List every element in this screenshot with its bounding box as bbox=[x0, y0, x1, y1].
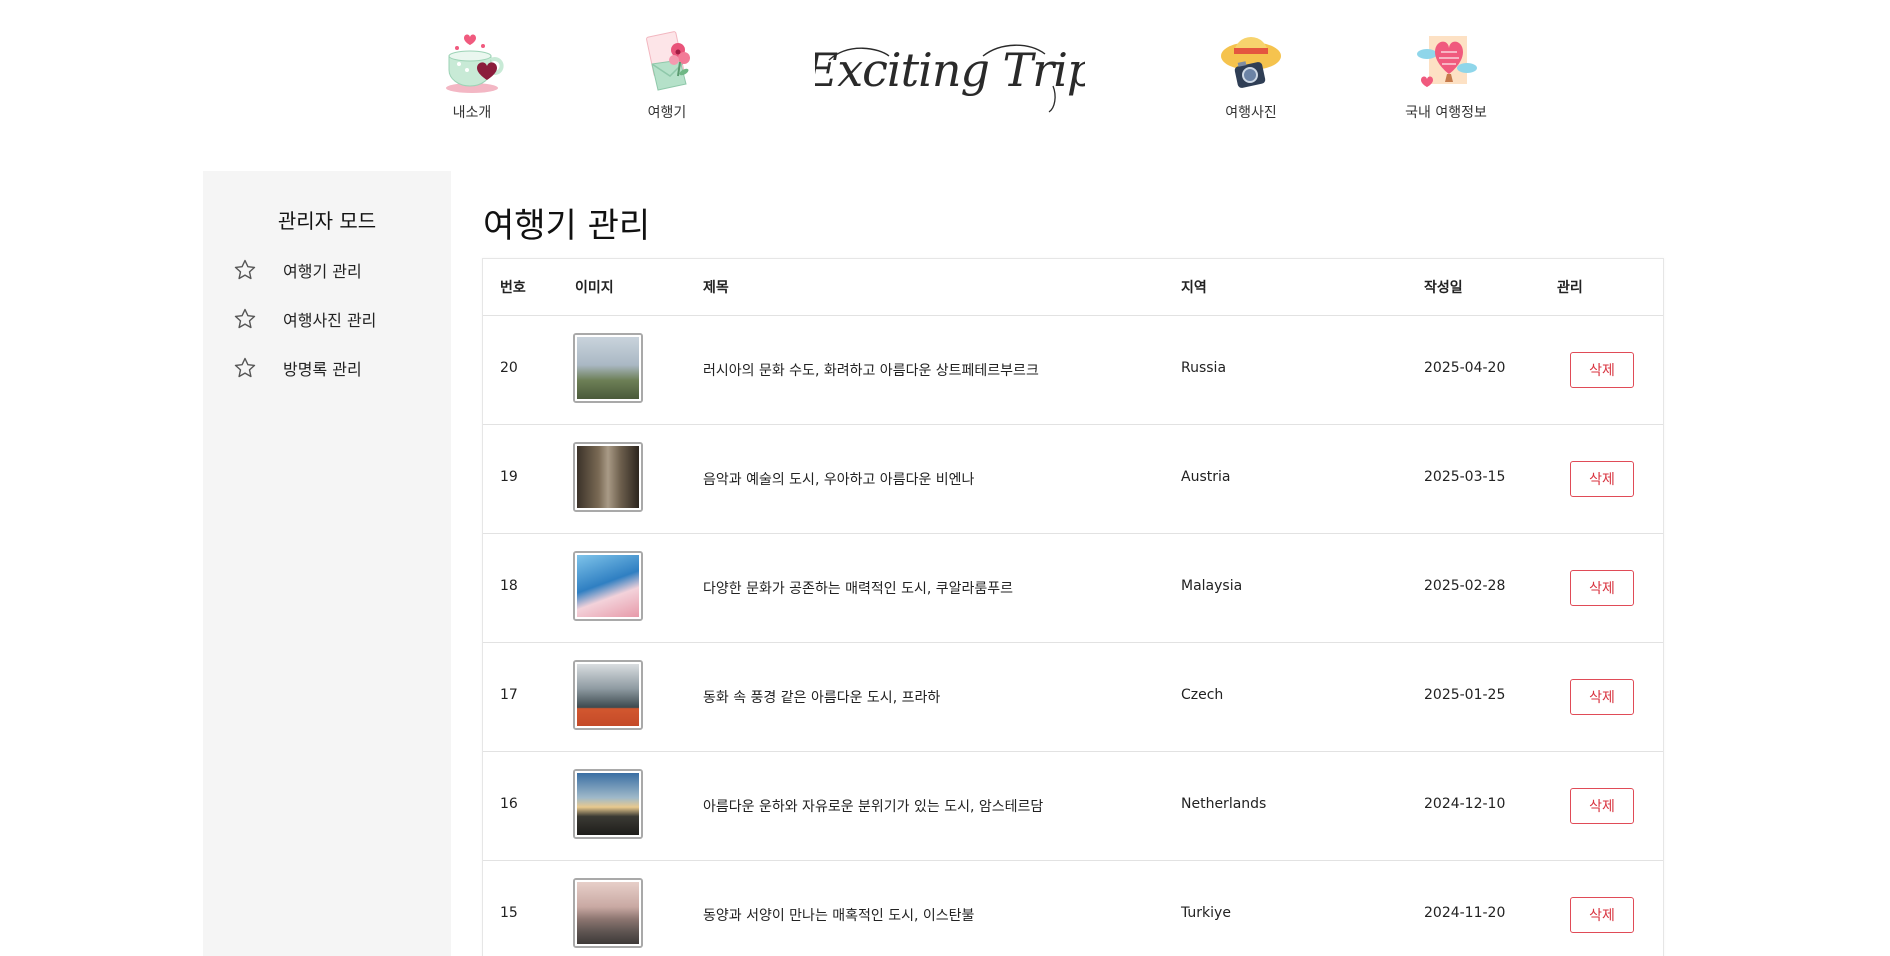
delete-button[interactable]: 삭제 bbox=[1570, 461, 1634, 497]
row-date: 2025-03-15 bbox=[1424, 469, 1506, 485]
row-title[interactable]: 동양과 서양이 만나는 매혹적인 도시, 이스탄불 bbox=[703, 905, 974, 925]
column-header-manage: 관리 bbox=[1557, 280, 1583, 296]
row-region: Austria bbox=[1181, 469, 1231, 485]
table-header: 번호 이미지 제목 지역 작성일 관리 bbox=[483, 259, 1663, 316]
table-row[interactable]: 18 다양한 문화가 공존하는 매력적인 도시, 쿠알라룸푸르 Malaysia… bbox=[483, 534, 1663, 643]
travelogue-table: 번호 이미지 제목 지역 작성일 관리 20 러시아의 문화 수도, 화려하고 … bbox=[482, 258, 1664, 956]
row-number: 19 bbox=[500, 469, 518, 485]
site-header: 내소개 여행기 Exciting Trip 여행사진 국내 여행정보 bbox=[0, 0, 1890, 140]
row-title[interactable]: 러시아의 문화 수도, 화려하고 아름다운 상트페테르부르크 bbox=[703, 360, 1039, 380]
row-region: Netherlands bbox=[1181, 796, 1267, 812]
column-header-region: 지역 bbox=[1181, 280, 1207, 296]
admin-sidebar: 관리자 모드 여행기 관리 여행사진 관리 방명록 관리 bbox=[203, 171, 451, 956]
sidebar-item-photo-manage[interactable]: 여행사진 관리 bbox=[233, 304, 433, 334]
table-row[interactable]: 17 동화 속 풍경 같은 아름다운 도시, 프라하 Czech 2025-01… bbox=[483, 643, 1663, 752]
row-region: Czech bbox=[1181, 687, 1224, 703]
column-header-title: 제목 bbox=[703, 280, 729, 296]
exciting-trip-logo[interactable]: Exciting Trip bbox=[815, 20, 1085, 120]
delete-button[interactable]: 삭제 bbox=[1570, 897, 1634, 933]
row-thumbnail[interactable] bbox=[573, 660, 643, 730]
row-date: 2025-02-28 bbox=[1424, 578, 1506, 594]
row-region: Turkiye bbox=[1181, 905, 1231, 921]
table-row[interactable]: 16 아름다운 운하와 자유로운 분위기가 있는 도시, 암스테르담 Nethe… bbox=[483, 752, 1663, 861]
sidebar-item-travelogue-manage[interactable]: 여행기 관리 bbox=[233, 255, 433, 285]
delete-button[interactable]: 삭제 bbox=[1570, 352, 1634, 388]
row-number: 16 bbox=[500, 796, 518, 812]
column-header-image: 이미지 bbox=[575, 280, 614, 296]
star-icon bbox=[234, 308, 256, 329]
row-thumbnail[interactable] bbox=[573, 769, 643, 839]
page-title: 여행기 관리 bbox=[483, 206, 651, 246]
svg-text:Exciting Trip: Exciting Trip bbox=[815, 43, 1085, 97]
row-date: 2025-04-20 bbox=[1424, 360, 1506, 376]
sidebar-item-guestbook-manage[interactable]: 방명록 관리 bbox=[233, 353, 433, 383]
table-row[interactable]: 15 동양과 서양이 만나는 매혹적인 도시, 이스탄불 Turkiye 202… bbox=[483, 861, 1663, 956]
star-icon bbox=[234, 357, 256, 378]
nav-domestic-info-label: 국내 여행정보 bbox=[1405, 105, 1487, 121]
row-title[interactable]: 음악과 예술의 도시, 우아하고 아름다운 비엔나 bbox=[703, 469, 974, 489]
sidebar-item-label: 여행기 관리 bbox=[283, 262, 362, 281]
nav-about-label: 내소개 bbox=[452, 105, 492, 121]
delete-button[interactable]: 삭제 bbox=[1570, 788, 1634, 824]
nav-about[interactable]: 내소개 bbox=[402, 30, 542, 122]
row-number: 17 bbox=[500, 687, 518, 703]
column-header-date: 작성일 bbox=[1424, 280, 1463, 296]
nav-photos[interactable]: 여행사진 bbox=[1181, 30, 1321, 122]
row-region: Malaysia bbox=[1181, 578, 1243, 594]
row-title[interactable]: 다양한 문화가 공존하는 매력적인 도시, 쿠알라룸푸르 bbox=[703, 578, 1013, 598]
row-region: Russia bbox=[1181, 360, 1227, 376]
table-row[interactable]: 19 음악과 예술의 도시, 우아하고 아름다운 비엔나 Austria 202… bbox=[483, 425, 1663, 534]
row-date: 2024-12-10 bbox=[1424, 796, 1506, 812]
delete-button[interactable]: 삭제 bbox=[1570, 570, 1634, 606]
sidebar-item-label: 여행사진 관리 bbox=[283, 311, 377, 330]
row-title[interactable]: 아름다운 운하와 자유로운 분위기가 있는 도시, 암스테르담 bbox=[703, 796, 1043, 816]
row-number: 18 bbox=[500, 578, 518, 594]
delete-button[interactable]: 삭제 bbox=[1570, 679, 1634, 715]
letter-flower-icon bbox=[646, 31, 690, 91]
row-number: 15 bbox=[500, 905, 518, 921]
row-number: 20 bbox=[500, 360, 518, 376]
row-thumbnail[interactable] bbox=[573, 878, 643, 948]
nav-domestic-info[interactable]: 국내 여행정보 bbox=[1376, 30, 1516, 122]
row-thumbnail[interactable] bbox=[573, 551, 643, 621]
row-thumbnail[interactable] bbox=[573, 333, 643, 403]
row-thumbnail[interactable] bbox=[573, 442, 643, 512]
row-date: 2024-11-20 bbox=[1424, 905, 1506, 921]
star-icon bbox=[234, 259, 256, 280]
nav-travelogue[interactable]: 여행기 bbox=[597, 30, 737, 122]
row-title[interactable]: 동화 속 풍경 같은 아름다운 도시, 프라하 bbox=[703, 687, 940, 707]
nav-travelogue-label: 여행기 bbox=[647, 105, 687, 121]
sidebar-title: 관리자 모드 bbox=[277, 209, 377, 233]
table-row[interactable]: 20 러시아의 문화 수도, 화려하고 아름다운 상트페테르부르크 Russia… bbox=[483, 316, 1663, 425]
row-date: 2025-01-25 bbox=[1424, 687, 1506, 703]
hat-camera-icon bbox=[1221, 37, 1281, 88]
nav-photos-label: 여행사진 bbox=[1225, 105, 1277, 121]
sidebar-item-label: 방명록 관리 bbox=[283, 360, 362, 379]
column-header-no: 번호 bbox=[500, 280, 526, 296]
teacup-heart-icon bbox=[446, 34, 504, 93]
heart-balloon-icon bbox=[1417, 36, 1477, 87]
